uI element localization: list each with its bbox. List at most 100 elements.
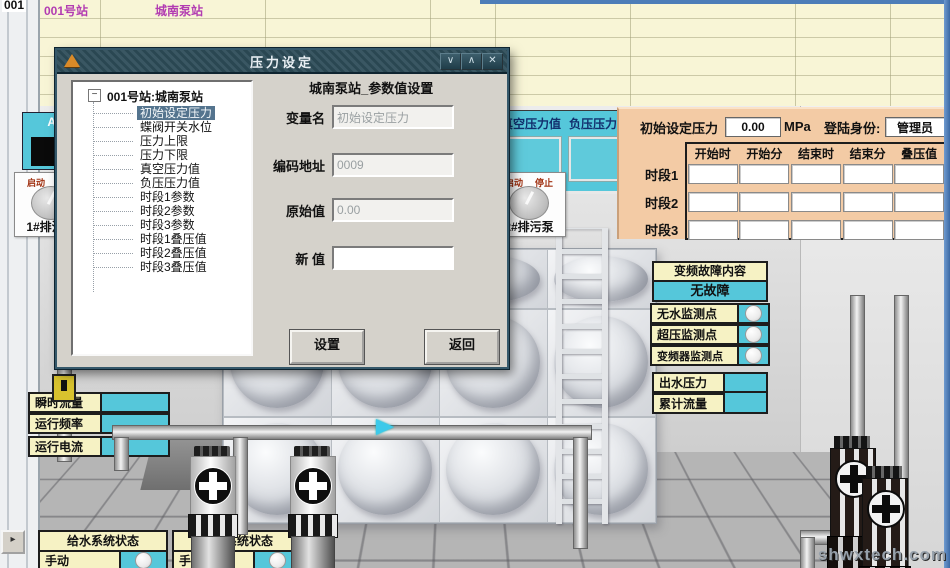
period2-start-hour-input[interactable] [688, 192, 738, 212]
fault-header: 变频故障内容 [652, 261, 768, 282]
period3-label: 时段3 [645, 220, 678, 239]
period2-start-min-input[interactable] [739, 192, 789, 212]
monitor-row-overpressure: 超压监测点 [650, 324, 770, 345]
no-water-indicator[interactable] [739, 303, 770, 324]
window-top-border [480, 0, 944, 4]
variable-name-field[interactable] [332, 105, 454, 129]
water-system-indicator[interactable] [121, 552, 168, 568]
outlet-pressure-label: 出水压力 [652, 372, 725, 393]
instant-flow-value [102, 392, 170, 413]
period2-end-min-input[interactable] [843, 192, 893, 212]
tree-expander-icon[interactable]: − [88, 89, 101, 102]
vfd-monitor-label: 变频器监测点 [650, 345, 739, 366]
tree-item-period3-overlay[interactable]: 时段3叠压值 [137, 260, 210, 274]
indicator-led-icon [135, 552, 152, 568]
period3-end-min-input[interactable] [843, 220, 893, 240]
valve [52, 374, 76, 402]
indicator-led-icon [745, 305, 762, 322]
water-system-header: 给水系统状态 [38, 530, 168, 552]
corner-label: 001 [2, 0, 26, 12]
pipe [573, 437, 588, 549]
col-overlay-pressure: 叠压值 [893, 145, 945, 162]
period1-end-hour-input[interactable] [791, 164, 841, 184]
new-value-label: 新 值 [255, 249, 325, 268]
station-name[interactable]: 城南泵站 [155, 2, 203, 19]
initial-pressure-value: 0.00 [725, 117, 781, 137]
scroll-arrow-button[interactable]: ▸ [1, 530, 25, 554]
tree-item-period2-param[interactable]: 时段2参数 [137, 204, 198, 218]
tree-item-vacuum-pressure[interactable]: 真空压力值 [137, 162, 203, 176]
login-label: 登陆身份: [824, 118, 880, 137]
pump-fan-icon [867, 490, 905, 528]
period1-start-min-input[interactable] [739, 164, 789, 184]
pump2-selector-knob[interactable] [509, 186, 549, 220]
tree-item-pressure-upper[interactable]: 压力上限 [137, 134, 191, 148]
tree-item-period1-param[interactable]: 时段1参数 [137, 190, 198, 204]
tree-item-butterfly-valve[interactable]: 蝶阀开关水位 [137, 120, 215, 134]
variable-name-label: 变量名 [255, 108, 325, 127]
tree-item-period1-overlay[interactable]: 时段1叠压值 [137, 232, 210, 246]
sewage-pump-2 [288, 446, 336, 568]
station-id[interactable]: 001号站 [44, 2, 88, 19]
pipe [800, 537, 815, 568]
code-address-label: 编码地址 [255, 156, 325, 175]
time-period-table: 开始时 开始分 结束时 结束分 叠压值 [685, 142, 947, 240]
initial-pressure-label: 初始设定压力 [640, 118, 718, 137]
login-identity: 管理员 [885, 117, 945, 137]
indicator-led-icon [269, 552, 286, 568]
period1-overlay-input[interactable] [894, 164, 944, 184]
unit-label: MPa [784, 119, 811, 134]
vfd-indicator[interactable] [739, 345, 770, 366]
window-right-border [944, 0, 950, 568]
period2-end-hour-input[interactable] [791, 192, 841, 212]
minimize-icon[interactable]: ∨ [440, 53, 461, 70]
watermark: shwxtech.com [818, 545, 947, 565]
tree-item-initial-pressure[interactable]: 初始设定压力 [137, 106, 215, 120]
pump-fan-icon [294, 467, 332, 505]
total-flow-label: 累计流量 [652, 393, 725, 414]
run-current-label: 运行电流 [28, 436, 102, 457]
pipe [112, 425, 592, 440]
period1-label: 时段1 [645, 165, 678, 184]
water-system-status-box: 给水系统状态 手动 [38, 530, 168, 568]
outlet-pressure-row: 出水压力 [652, 372, 768, 393]
total-flow-value [725, 393, 768, 414]
pump-fan-icon [194, 467, 232, 505]
code-address-field[interactable] [332, 153, 454, 177]
water-system-mode: 手动 [38, 552, 121, 568]
back-button[interactable]: 返回 [425, 330, 499, 364]
close-icon[interactable]: ✕ [482, 53, 503, 70]
maximize-icon[interactable]: ∧ [461, 53, 482, 70]
hmi-screen: 001号站 城南泵站 001 真空压力值 负压压力值 A 启动 停止 1#排污泵… [0, 0, 950, 568]
period2-overlay-input[interactable] [894, 192, 944, 212]
overpressure-monitor-label: 超压监测点 [650, 324, 739, 345]
new-value-field[interactable] [332, 246, 454, 270]
no-water-monitor-label: 无水监测点 [650, 303, 739, 324]
tree-item-pressure-lower[interactable]: 压力下限 [137, 148, 191, 162]
overpressure-indicator[interactable] [739, 324, 770, 345]
original-value-field[interactable] [332, 198, 454, 222]
dialog-panel-title: 城南泵站_参数值设置 [309, 78, 433, 97]
settings-panel: 初始设定压力 0.00 MPa 登陆身份: 管理员 时段1 时段2 时段3 开始… [617, 107, 949, 239]
period3-start-hour-input[interactable] [688, 220, 738, 240]
run-frequency-label: 运行频率 [28, 413, 102, 434]
indicator-led-icon [745, 347, 762, 364]
tree-item-period2-overlay[interactable]: 时段2叠压值 [137, 246, 210, 260]
fault-status: 无故障 [652, 282, 768, 302]
col-start-hour: 开始时 [687, 145, 739, 162]
tree-root-node[interactable]: 001号站:城南泵站 [107, 88, 203, 105]
period3-start-min-input[interactable] [739, 220, 789, 240]
col-end-hour: 结束时 [790, 145, 842, 162]
tree-item-period3-param[interactable]: 时段3参数 [137, 218, 198, 232]
vacuum-pressure-label: 真空压力值 [501, 115, 561, 132]
tree-item-negative-pressure[interactable]: 负压压力值 [137, 176, 203, 190]
set-button[interactable]: 设置 [290, 330, 364, 364]
period2-label: 时段2 [645, 193, 678, 212]
period3-overlay-input[interactable] [894, 220, 944, 240]
outlet-pressure-value [725, 372, 768, 393]
pressure-setting-dialog: 压力设定 ∨ ∧ ✕ − 001号站:城南泵站 初始设定压力 蝶阀开关水位 压力… [55, 48, 509, 369]
period3-end-hour-input[interactable] [791, 220, 841, 240]
col-end-min: 结束分 [842, 145, 894, 162]
period1-start-hour-input[interactable] [688, 164, 738, 184]
period1-end-min-input[interactable] [843, 164, 893, 184]
